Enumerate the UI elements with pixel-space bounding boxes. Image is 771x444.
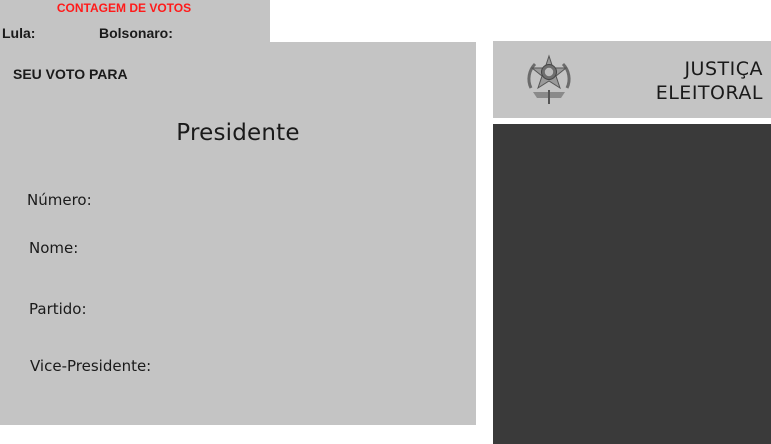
party-field-label: Partido: xyxy=(29,300,87,318)
vote-count-panel: CONTAGEM DE VOTOS Lula: Bolsonaro: xyxy=(0,0,270,42)
vote-for-label: SEU VOTO PARA xyxy=(13,66,128,82)
ballot-screen: SEU VOTO PARA Presidente Número: Nome: P… xyxy=(0,42,476,425)
vote-count-bolsonaro-label: Bolsonaro: xyxy=(99,25,173,41)
electoral-justice-header: JUSTIÇA ELEITORAL xyxy=(493,41,771,118)
brand-line-eleitoral: ELEITORAL xyxy=(655,82,763,104)
brand-line-justica: JUSTIÇA xyxy=(684,58,763,80)
coat-of-arms-icon xyxy=(527,54,571,104)
vote-count-lula-label: Lula: xyxy=(2,25,36,41)
number-field-label: Número: xyxy=(27,191,92,209)
vote-count-title: CONTAGEM DE VOTOS xyxy=(56,1,192,15)
office-title: Presidente xyxy=(176,120,300,146)
keypad-area xyxy=(493,124,771,444)
vice-president-field-label: Vice-Presidente: xyxy=(30,357,152,375)
brand-text: JUSTIÇA ELEITORAL xyxy=(656,57,763,105)
name-field-label: Nome: xyxy=(29,239,79,257)
